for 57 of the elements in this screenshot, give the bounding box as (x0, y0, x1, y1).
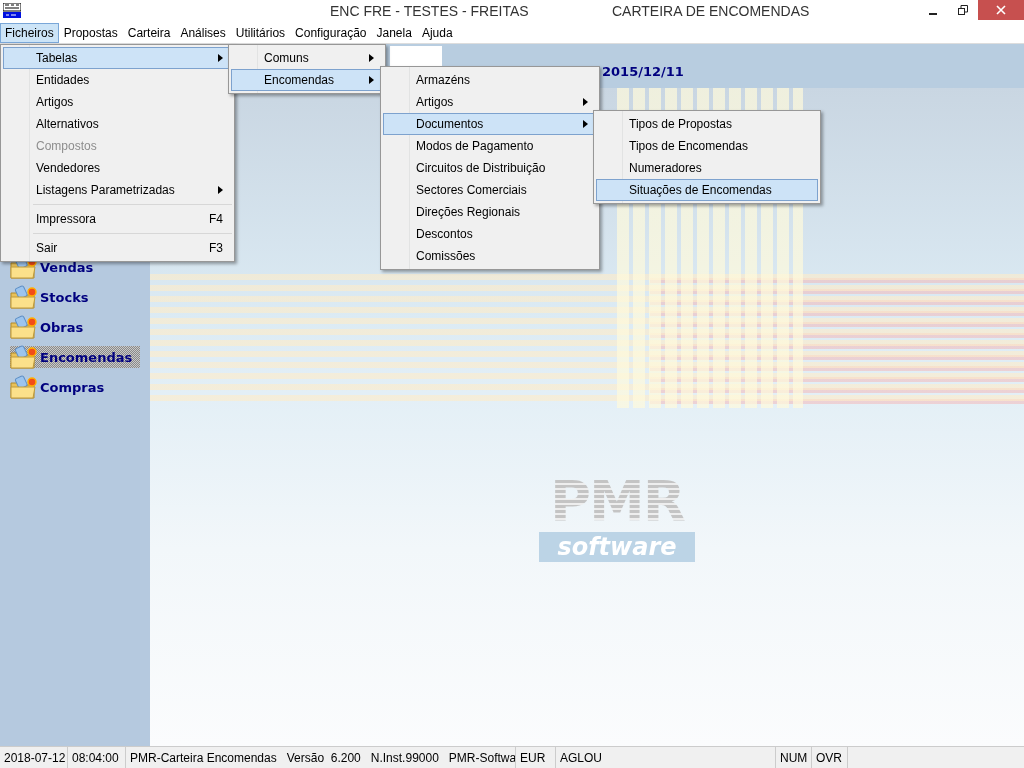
status-text: 08:04:00 (72, 750, 119, 765)
menu-item[interactable]: Modos de Pagamento (383, 135, 597, 157)
menu-item[interactable]: Sair F3 (3, 237, 232, 259)
sidebar-item[interactable]: Compras (10, 376, 140, 398)
brand-tagline: software (539, 532, 695, 562)
menu-item[interactable]: Direções Regionais (383, 201, 597, 223)
status-text: AGLOU (560, 750, 602, 765)
menu-item[interactable]: Entidades (3, 69, 232, 91)
close-icon (996, 5, 1006, 15)
status-text: EUR (520, 750, 546, 765)
menu-bar-item[interactable]: Análises (175, 22, 231, 43)
menu-bar-item[interactable]: Janela (371, 22, 417, 43)
menu-item[interactable]: Encomendas (231, 69, 383, 91)
status-text: OVR (816, 750, 842, 765)
window-title: ENC FRE - TESTES - FREITAS (330, 3, 529, 19)
menu-bar-item[interactable]: Configuração (290, 22, 372, 43)
menu-bar-item[interactable]: Ficheiros (0, 22, 59, 43)
menu-item[interactable]: Impressora F4 (3, 208, 232, 230)
folder-icon (10, 345, 38, 369)
menu-item[interactable]: Circuitos de Distribuição (383, 157, 597, 179)
menu-item[interactable]: Situações de Encomendas (596, 179, 818, 201)
menu-item[interactable]: Artigos (383, 91, 597, 113)
menu-item[interactable]: Numeradores (596, 157, 818, 179)
status-text: NUM (780, 750, 808, 765)
menu-item[interactable]: Tipos de Propostas (596, 113, 818, 135)
status-text: 2018-07-12 (4, 750, 66, 765)
menu-item[interactable]: Listagens Parametrizadas (3, 179, 232, 201)
menu-item[interactable]: Alternativos (3, 113, 232, 135)
submenu-arrow-icon (583, 120, 588, 128)
menu-item[interactable]: Comissões (383, 245, 597, 267)
menu-item[interactable]: Vendedores (3, 157, 232, 179)
restore-icon (958, 5, 968, 15)
app-icon (3, 3, 21, 19)
folder-icon (10, 375, 38, 399)
submenu-arrow-icon (369, 76, 374, 84)
menu-item[interactable]: Tipos de Encomendas (596, 135, 818, 157)
folder-icon (10, 285, 38, 309)
window-subtitle: CARTEIRA DE ENCOMENDAS (612, 3, 810, 19)
sidebar-item[interactable]: Encomendas (10, 346, 140, 368)
submenu-arrow-icon (369, 54, 374, 62)
submenu-arrow-icon (583, 98, 588, 106)
menu-item[interactable]: Armazéns (383, 69, 597, 91)
minimize-icon (929, 13, 937, 15)
folder-icon (10, 315, 38, 339)
sidebar-item[interactable]: Obras (10, 316, 140, 338)
session-date: 2015/12/11 (602, 63, 684, 79)
menu-bar-item[interactable]: Propostas (58, 22, 123, 43)
menu-item[interactable]: Comuns (231, 47, 383, 69)
submenu-arrow-icon (218, 54, 223, 62)
sidebar-item[interactable]: Stocks (10, 286, 140, 308)
submenu-arrow-icon (218, 186, 223, 194)
menu-bar-item[interactable]: Utilitários (230, 22, 291, 43)
menu-bar-item[interactable]: Ajuda (416, 22, 458, 43)
menu-item[interactable]: Sectores Comerciais (383, 179, 597, 201)
menu-item[interactable]: Descontos (383, 223, 597, 245)
menu-bar-item[interactable]: Carteira (122, 22, 176, 43)
menu-item[interactable]: Artigos (3, 91, 232, 113)
